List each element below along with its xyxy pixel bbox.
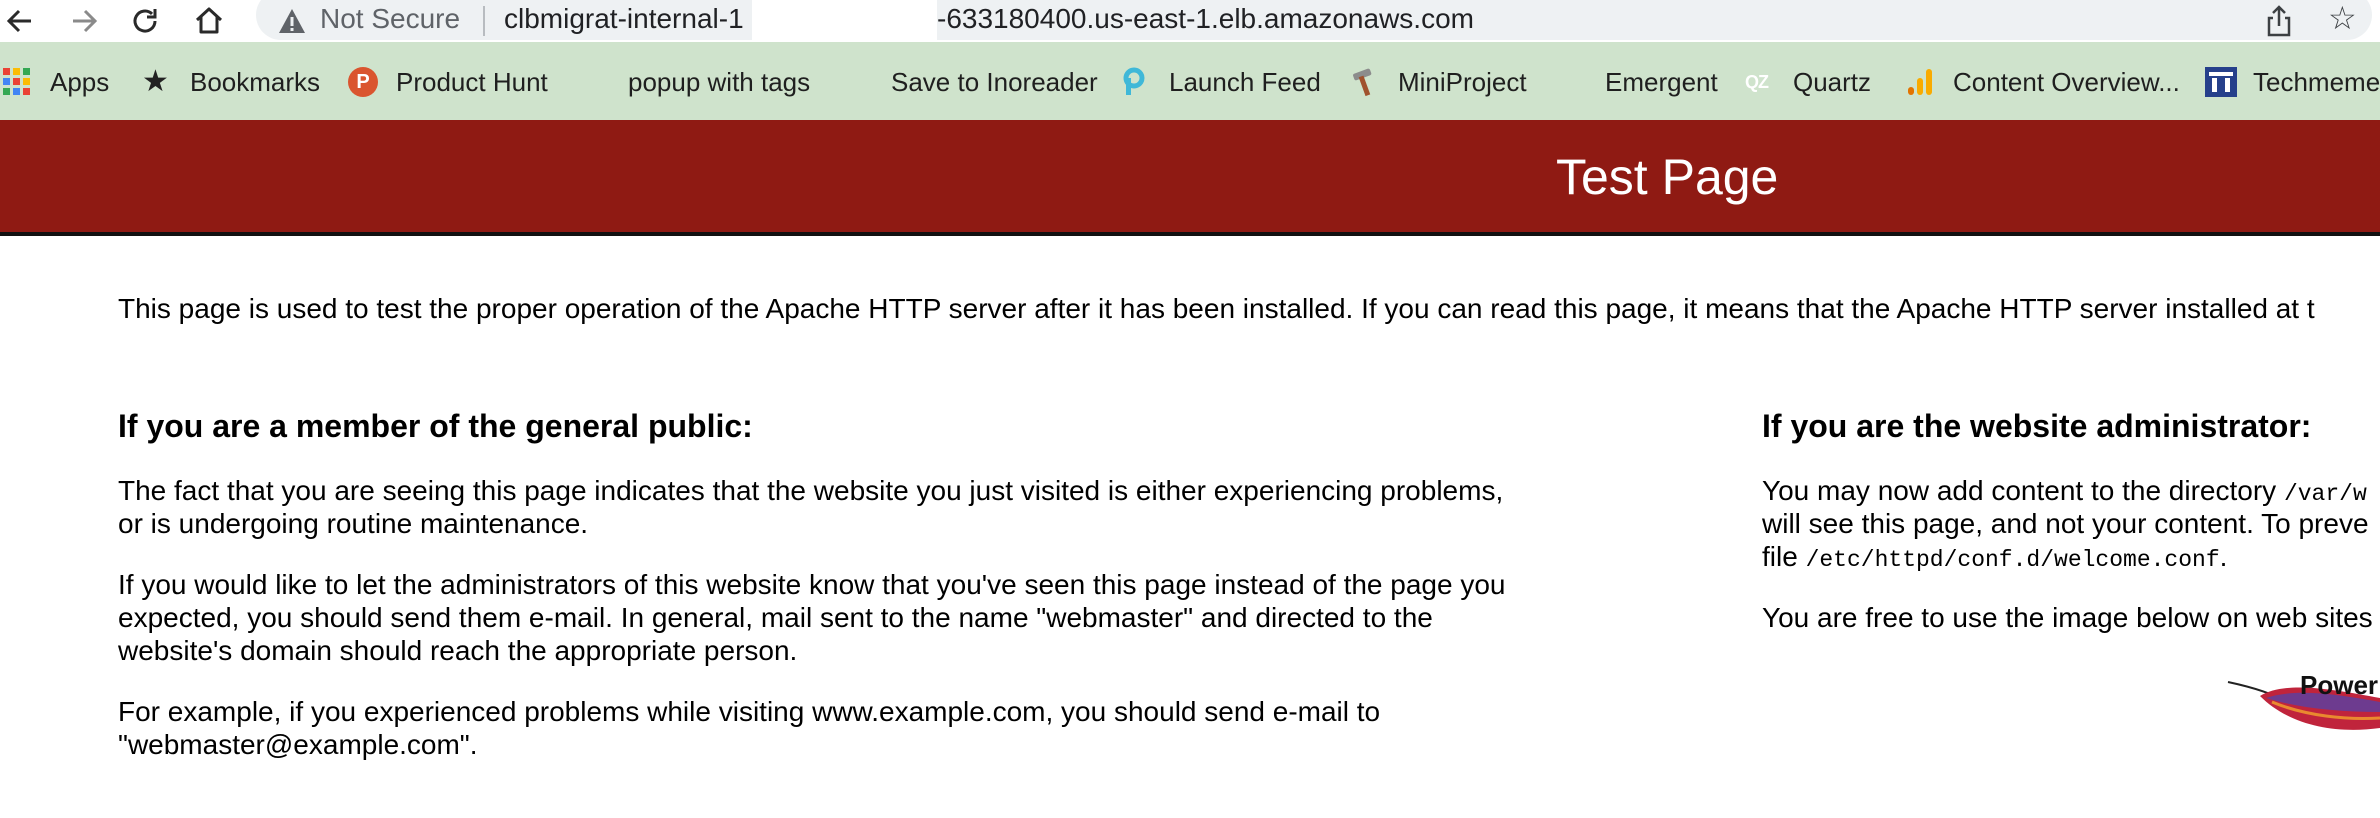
bookmark-label: popup with tags bbox=[628, 66, 811, 97]
text-line: or is undergoing routine maintenance. bbox=[118, 508, 589, 539]
back-arrow-icon bbox=[6, 9, 31, 33]
hammer-icon bbox=[1350, 67, 1380, 97]
bookmark-bookmarks[interactable]: ★ Bookmarks bbox=[142, 62, 320, 102]
public-section-heading: If you are a member of the general publi… bbox=[118, 408, 753, 444]
page-title: Test Page bbox=[1556, 149, 1779, 205]
reload-icon bbox=[133, 9, 157, 33]
launch-feed-icon bbox=[1121, 67, 1151, 97]
share-icon[interactable] bbox=[2262, 4, 2296, 38]
back-button[interactable] bbox=[0, 2, 40, 40]
text-line: "webmaster@example.com". bbox=[118, 729, 478, 760]
text-line: For example, if you experienced problems… bbox=[118, 696, 1381, 727]
url-text-end[interactable]: -633180400.us-east-1.elb.amazonaws.com bbox=[937, 3, 1474, 35]
bookmark-quartz[interactable]: QZ Quartz bbox=[1745, 62, 1871, 102]
url-redaction bbox=[752, 0, 937, 42]
bookmark-techmeme[interactable]: Techmeme bbox=[2205, 62, 2380, 102]
product-hunt-icon: P bbox=[348, 67, 378, 97]
config-path-code: /etc/httpd/conf.d/welcome.conf bbox=[1805, 547, 2220, 573]
text-line: If you would like to let the administrat… bbox=[118, 569, 1506, 600]
url-text-start[interactable]: clbmigrat-internal-1 bbox=[504, 3, 744, 35]
bookmark-label: Product Hunt bbox=[396, 66, 548, 97]
intro-paragraph: This page is used to test the proper ope… bbox=[118, 293, 2315, 324]
warning-icon[interactable] bbox=[278, 8, 306, 34]
star-icon: ★ bbox=[142, 65, 169, 98]
admin-paragraph-2: You are free to use the image below on w… bbox=[1762, 602, 2373, 633]
url-separator bbox=[483, 6, 485, 36]
bookmark-label: Apps bbox=[50, 66, 110, 97]
bookmark-product-hunt[interactable]: P Product Hunt bbox=[348, 62, 548, 102]
globe-icon bbox=[1557, 67, 1587, 97]
bookmark-label: Bookmarks bbox=[190, 66, 321, 97]
bookmark-label: Techmeme bbox=[2253, 66, 2380, 97]
bookmark-label: Launch Feed bbox=[1169, 66, 1321, 97]
reload-button[interactable] bbox=[125, 2, 165, 40]
text-line: expected, you should send them e-mail. I… bbox=[118, 602, 1433, 633]
security-status-label[interactable]: Not Secure bbox=[320, 3, 460, 35]
techmeme-icon bbox=[2205, 67, 2237, 97]
admin-text: You may now add content to the directory bbox=[1762, 475, 2284, 506]
bookmark-label: Content Overview... bbox=[1953, 66, 2180, 97]
bookmark-label: Save to Inoreader bbox=[891, 66, 1098, 97]
powered-by-apache-badge[interactable]: Power bbox=[2226, 668, 2380, 738]
home-icon bbox=[195, 7, 223, 34]
text-line: website's domain should reach the approp… bbox=[118, 635, 798, 666]
badge-text: Power bbox=[2300, 670, 2379, 700]
forward-button[interactable] bbox=[64, 2, 104, 40]
bookmark-label: MiniProject bbox=[1398, 66, 1527, 97]
analytics-icon bbox=[1905, 67, 1935, 97]
bookmark-content-overview[interactable]: Content Overview... bbox=[1905, 62, 2180, 102]
browser-toolbar: Not Secure clbmigrat-internal-1 -6331804… bbox=[0, 0, 2380, 42]
bookmark-emergent[interactable]: Emergent bbox=[1557, 62, 1718, 102]
bookmark-label: Quartz bbox=[1793, 66, 1872, 97]
globe-icon bbox=[843, 67, 873, 97]
bookmark-save-to-inoreader[interactable]: Save to Inoreader bbox=[843, 62, 1098, 102]
admin-text: file bbox=[1762, 541, 1806, 572]
bookmark-apps[interactable]: Apps bbox=[2, 62, 109, 102]
globe-icon bbox=[580, 67, 610, 97]
page-header-banner: Test Page bbox=[0, 120, 2380, 236]
bookmark-label: Emergent bbox=[1605, 66, 1718, 97]
admin-text: . bbox=[2219, 541, 2228, 572]
bookmark-popup-with-tags[interactable]: popup with tags bbox=[580, 62, 810, 102]
apps-grid-icon bbox=[2, 67, 32, 97]
home-button[interactable] bbox=[189, 2, 229, 40]
bookmarks-bar: Apps ★ Bookmarks P Product Hunt popup wi… bbox=[0, 42, 2380, 120]
bookmark-star-icon[interactable]: ☆ bbox=[2328, 2, 2357, 34]
text-line: You may now add content to the directory… bbox=[1762, 474, 2367, 511]
forward-arrow-icon bbox=[73, 9, 98, 33]
bookmark-launch-feed[interactable]: Launch Feed bbox=[1121, 62, 1321, 102]
text-line: will see this page, and not your content… bbox=[1762, 508, 2369, 539]
bookmark-miniproject[interactable]: MiniProject bbox=[1350, 62, 1527, 102]
directory-path-code: /var/w bbox=[2283, 481, 2367, 507]
text-line: The fact that you are seeing this page i… bbox=[118, 475, 1504, 506]
text-line: file /etc/httpd/conf.d/welcome.conf. bbox=[1762, 540, 2227, 577]
quartz-icon: QZ bbox=[1745, 72, 1769, 92]
admin-section-heading: If you are the website administrator: bbox=[1762, 408, 2312, 444]
